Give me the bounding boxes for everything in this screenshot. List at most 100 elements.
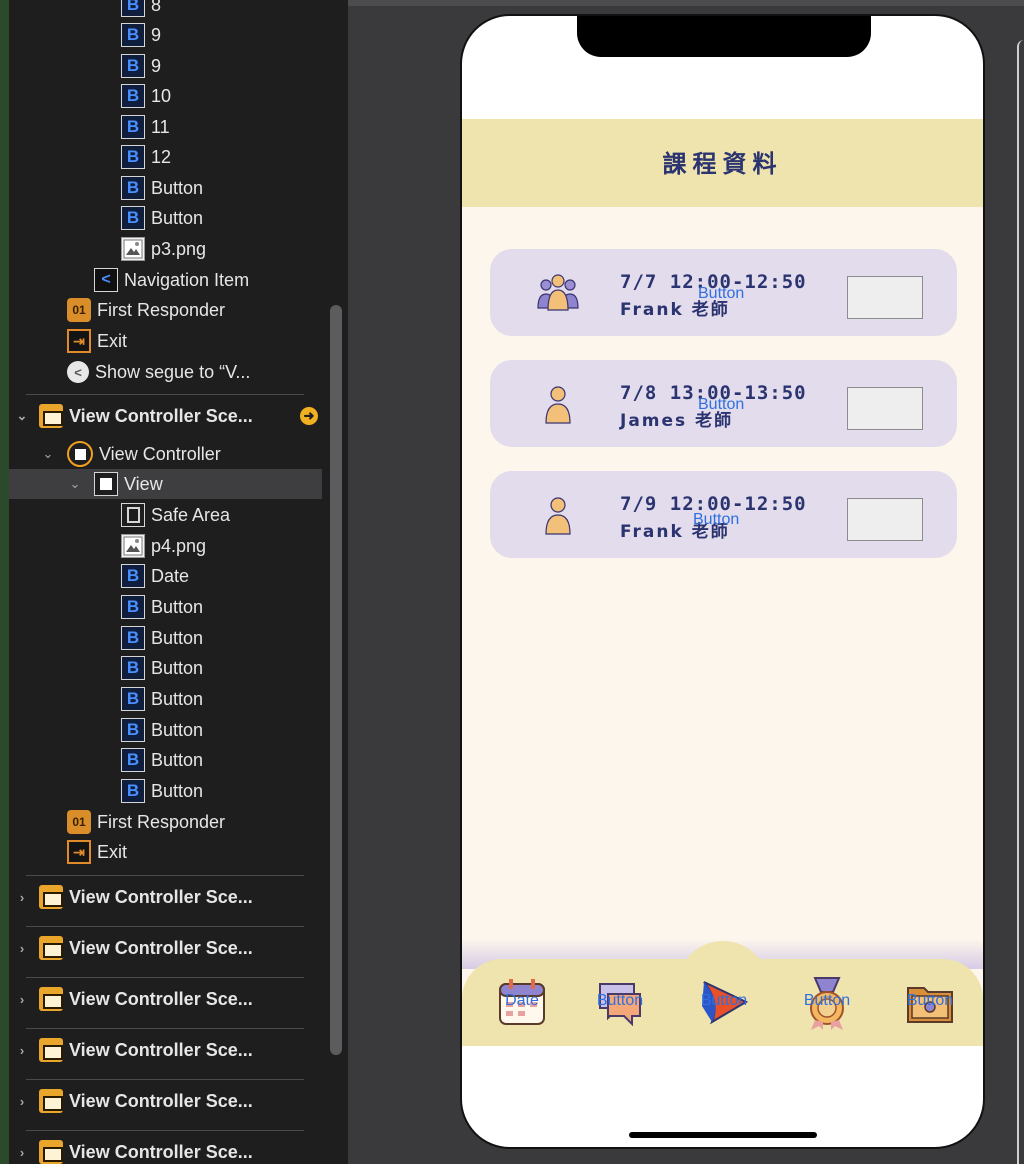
button-object-icon: B <box>121 595 145 619</box>
view-controller-screen[interactable]: 課程資料 7/7 12:00-12:50 Frank 老師 Button 7/8… <box>462 119 983 1046</box>
divider <box>26 394 304 395</box>
arrow-right-icon[interactable]: ➜ <box>300 407 318 425</box>
outline-item-label: Button <box>151 657 204 678</box>
outline-item[interactable]: B 10 <box>9 81 322 111</box>
outline-scrollbar[interactable] <box>330 305 342 1055</box>
outline-item-label: Navigation Item <box>124 269 250 290</box>
scene-icon <box>39 987 63 1011</box>
outline-item[interactable]: B 9 <box>9 51 322 81</box>
divider <box>26 875 304 876</box>
course-card[interactable]: 7/7 12:00-12:50 Frank 老師 Button <box>490 249 957 336</box>
scene-header[interactable]: › View Controller Sce... <box>9 933 322 963</box>
chevron-right-icon[interactable]: › <box>15 890 29 905</box>
button-object-icon: B <box>121 0 145 17</box>
button-object-icon: B <box>121 84 145 108</box>
outline-item-label: Show segue to “V... <box>95 361 251 382</box>
chevron-down-icon[interactable]: ⌄ <box>41 446 55 462</box>
scene-header[interactable]: ⌄ View Controller Sce... ➜ <box>9 401 322 431</box>
outline-item-label: 8 <box>151 0 162 15</box>
outline-item[interactable]: 01 First Responder <box>9 807 322 837</box>
exit-icon: ⇥ <box>67 329 91 353</box>
outline-item[interactable]: B Button <box>9 745 322 775</box>
tab-label: Button <box>906 992 954 1009</box>
outline-item[interactable]: B Button <box>9 653 322 683</box>
tab-date[interactable]: Date <box>490 974 554 1034</box>
scene-header[interactable]: › View Controller Sce... <box>9 1086 322 1116</box>
outline-item[interactable]: ⇥ Exit <box>9 326 322 356</box>
outline-item[interactable]: B 8 <box>9 0 322 20</box>
scene-title: View Controller Sce... <box>69 1141 253 1162</box>
outline-item[interactable]: B 11 <box>9 112 322 142</box>
course-button[interactable]: Button <box>698 285 744 303</box>
chevron-right-icon[interactable]: › <box>15 941 29 956</box>
outline-item[interactable]: B Button <box>9 715 322 745</box>
outline-item-label: Button <box>151 596 204 617</box>
outline-item[interactable]: B 12 <box>9 142 322 172</box>
outline-item[interactable]: B Button <box>9 776 322 806</box>
outline-item[interactable]: B Button <box>9 592 322 622</box>
device-frame[interactable]: 課程資料 7/7 12:00-12:50 Frank 老師 Button 7/8… <box>460 14 985 1149</box>
outline-item-view[interactable]: ⌄ View <box>9 469 322 499</box>
outline-item[interactable]: B Button <box>9 684 322 714</box>
chevron-right-icon[interactable]: › <box>15 1043 29 1058</box>
button-object-icon: B <box>121 718 145 742</box>
course-button[interactable]: Button <box>693 511 739 529</box>
tab-medal[interactable]: Button <box>795 974 859 1034</box>
tab-folder[interactable]: Button <box>898 974 962 1034</box>
outline-item-label: View Controller <box>99 443 221 464</box>
outline-item-label: Exit <box>97 841 128 862</box>
chevron-right-icon[interactable]: › <box>15 992 29 1007</box>
safe-area-icon <box>121 503 145 527</box>
outline-item[interactable]: B Date <box>9 561 322 591</box>
page-title: 課程資料 <box>662 150 783 178</box>
scene-title: View Controller Sce... <box>69 937 253 958</box>
outline-item[interactable]: B Button <box>9 173 322 203</box>
outline-item[interactable]: ⇥ Exit <box>9 837 322 867</box>
course-action-box[interactable] <box>847 498 923 541</box>
divider <box>26 926 304 927</box>
scene-header[interactable]: › View Controller Sce... <box>9 882 322 912</box>
home-indicator <box>629 1132 817 1138</box>
outline-item[interactable]: B 9 <box>9 20 322 50</box>
outline-item-label: Button <box>151 719 204 740</box>
scene-title: View Controller Sce... <box>69 1090 253 1111</box>
tab-play[interactable]: Button <box>692 974 756 1034</box>
outline-item[interactable]: p4.png <box>9 531 322 561</box>
chevron-down-icon[interactable]: ⌄ <box>68 476 82 492</box>
scene-header[interactable]: › View Controller Sce... <box>9 1035 322 1065</box>
button-object-icon: B <box>121 145 145 169</box>
outline-item[interactable]: < Show segue to “V... <box>9 357 322 387</box>
outline-item[interactable]: B Button <box>9 203 322 233</box>
button-object-icon: B <box>121 54 145 78</box>
chevron-down-icon[interactable]: ⌄ <box>15 408 29 424</box>
outline-item[interactable]: < Navigation Item <box>9 265 322 295</box>
course-card[interactable]: 7/9 12:00-12:50 Frank 老師 Button <box>490 471 957 558</box>
outline-item-label: 10 <box>151 85 172 106</box>
outline-item[interactable]: 01 First Responder <box>9 295 322 325</box>
view-icon <box>94 472 118 496</box>
scene-title: View Controller Sce... <box>69 405 253 426</box>
course-card[interactable]: 7/8 13:00-13:50 James 老師 Button <box>490 360 957 447</box>
scene-title: View Controller Sce... <box>69 1039 253 1060</box>
button-object-icon: B <box>121 564 145 588</box>
outline-item[interactable]: B Button <box>9 623 322 653</box>
button-object-icon: B <box>121 206 145 230</box>
outline-item-label: View <box>124 473 163 494</box>
outline-item-label: Exit <box>97 330 128 351</box>
tab-label: Button <box>803 992 851 1009</box>
scene-header[interactable]: › View Controller Sce... <box>9 984 322 1014</box>
scene-header[interactable]: › View Controller Sce... <box>9 1137 322 1164</box>
outline-item-label: Button <box>151 627 204 648</box>
outline-item[interactable]: p3.png <box>9 234 322 264</box>
outline-item-view-controller[interactable]: ⌄ View Controller <box>9 439 322 469</box>
chevron-right-icon[interactable]: › <box>15 1145 29 1160</box>
view-controller-icon <box>67 441 93 467</box>
tab-chat[interactable]: Button <box>588 974 652 1034</box>
outline-item[interactable]: Safe Area <box>9 500 322 530</box>
course-action-box[interactable] <box>847 387 923 430</box>
scene-icon <box>39 404 63 428</box>
device-notch <box>577 16 871 57</box>
chevron-right-icon[interactable]: › <box>15 1094 29 1109</box>
course-action-box[interactable] <box>847 276 923 319</box>
course-button[interactable]: Button <box>698 396 744 414</box>
